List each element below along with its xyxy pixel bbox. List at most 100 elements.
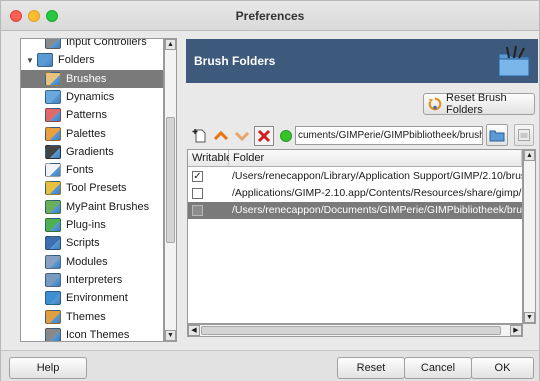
move-up-button[interactable]	[211, 126, 231, 146]
reset-brush-folders-label: Reset Brush Folders	[446, 92, 507, 116]
sidebar-item-label: Environment	[66, 292, 128, 305]
table-scroll-down-button[interactable]: ▼	[524, 312, 535, 323]
column-header-writable[interactable]: Writable	[188, 150, 232, 167]
sidebar-item-interpreters[interactable]: Interpreters	[21, 271, 163, 289]
sidebar-item-brushes[interactable]: Brushes	[21, 69, 163, 88]
sidebar-item-themes[interactable]: Themes	[21, 308, 163, 326]
themes-icon	[45, 309, 61, 324]
fonts-icon	[45, 163, 61, 178]
sidebar-item-palettes[interactable]: Palettes	[21, 125, 163, 143]
sidebar-item-mypaint-brushes[interactable]: MyPaint Brushes	[21, 198, 163, 216]
tool-presets-icon	[45, 181, 61, 196]
sidebar-item-label: Fonts	[66, 164, 94, 177]
folder-exists-status-icon	[280, 130, 292, 142]
folder-path-input[interactable]: cuments/GIMPerie/GIMPbibliotheek/brushes	[295, 126, 483, 145]
reset-button[interactable]: Reset	[337, 357, 405, 379]
sidebar-item-label: Input Controllers	[66, 38, 147, 48]
table-vertical-scrollbar[interactable]: ▲ ▼	[523, 149, 536, 324]
window-title: Preferences	[235, 9, 305, 23]
cancel-button[interactable]: Cancel	[404, 357, 472, 379]
sidebar-scroll-thumb[interactable]	[166, 117, 175, 243]
palettes-icon	[45, 126, 61, 141]
table-row[interactable]: /Users/renecappon/Documents/GIMPerie/GIM…	[188, 202, 522, 219]
sidebar-item-label: Dynamics	[66, 90, 115, 103]
sidebar-item-label: Patterns	[66, 109, 107, 122]
move-down-button[interactable]	[232, 126, 252, 146]
sidebar-scroll-up-button[interactable]: ▲	[165, 39, 176, 50]
reset-icon	[428, 97, 442, 111]
sidebar-item-modules[interactable]: Modules	[21, 253, 163, 271]
mypaint-brushes-icon	[45, 199, 61, 214]
sidebar-item-folders[interactable]: ▼ Folders	[21, 51, 163, 69]
preferences-window: Preferences Input Controllers ▼ Folders Bru…	[0, 0, 540, 381]
sidebar-item-input-controllers[interactable]: Input Controllers	[21, 38, 163, 51]
folder-path-cell: /Users/renecappon/Documents/GIMPerie/GIM…	[232, 204, 523, 216]
sidebar-item-label: Icon Themes	[66, 328, 130, 341]
table-row[interactable]: ✓ /Users/renecappon/Library/Application S…	[188, 168, 522, 185]
sidebar-item-label: MyPaint Brushes	[66, 200, 150, 213]
expand-arrow-icon[interactable]: ▼	[25, 56, 35, 65]
sidebar-item-label: Interpreters	[66, 273, 123, 286]
sidebar-item-label: Gradients	[66, 145, 114, 158]
table-horizontal-scrollbar[interactable]: ◀ ▶	[187, 324, 523, 337]
input-controllers-icon	[45, 39, 61, 49]
modules-icon	[45, 254, 61, 269]
column-header-folder[interactable]: Folder	[229, 150, 522, 167]
preferences-category-tree: Input Controllers ▼ Folders Brushes Dynamics…	[20, 38, 164, 342]
file-manager-icon	[518, 129, 530, 141]
panel-header: Brush Folders	[186, 39, 538, 83]
gradients-icon	[45, 144, 61, 159]
sidebar-item-icon-themes[interactable]: Icon Themes	[21, 326, 163, 341]
sidebar-item-patterns[interactable]: Patterns	[21, 106, 163, 124]
open-in-file-manager-button[interactable]	[514, 124, 534, 146]
table-scroll-up-button[interactable]: ▲	[524, 150, 535, 161]
brushes-icon	[45, 71, 61, 86]
sidebar-item-scripts[interactable]: Scripts	[21, 234, 163, 252]
icon-themes-icon	[45, 327, 61, 341]
table-hscroll-thumb[interactable]	[201, 326, 501, 335]
sidebar-item-environment[interactable]: Environment	[21, 289, 163, 307]
folders-icon	[37, 53, 53, 68]
folder-icon	[489, 130, 505, 142]
ok-button[interactable]: OK	[471, 357, 534, 379]
panel-title: Brush Folders	[194, 54, 276, 68]
table-scroll-left-button[interactable]: ◀	[188, 325, 200, 336]
plug-ins-icon	[45, 218, 61, 232]
patterns-icon	[45, 108, 61, 123]
delete-folder-button[interactable]	[254, 126, 274, 146]
interpreters-icon	[45, 272, 61, 287]
delete-icon	[257, 129, 271, 143]
sidebar-scroll-down-button[interactable]: ▼	[165, 330, 176, 341]
sidebar-item-label: Palettes	[66, 127, 106, 140]
arrow-down-icon	[234, 131, 250, 142]
writable-checkbox[interactable]	[192, 205, 203, 216]
sidebar-item-plug-ins[interactable]: Plug-ins	[21, 216, 163, 234]
reset-brush-folders-button[interactable]: Reset Brush Folders	[423, 92, 535, 116]
help-button[interactable]: Help	[9, 357, 87, 379]
writable-checkbox[interactable]: ✓	[192, 171, 203, 182]
sidebar-item-label: Scripts	[66, 237, 100, 250]
sidebar-item-dynamics[interactable]: Dynamics	[21, 88, 163, 106]
folder-path-cell: /Users/renecappon/Library/Application Su…	[232, 170, 523, 182]
browse-folder-button[interactable]	[486, 124, 508, 146]
sidebar-scrollbar[interactable]: ▲ ▼	[164, 38, 177, 342]
new-folder-button[interactable]	[190, 126, 210, 146]
sidebar-item-fonts[interactable]: Fonts	[21, 161, 163, 179]
table-scroll-right-button[interactable]: ▶	[510, 325, 522, 336]
folder-path-cell: /Applications/GIMP-2.10.app/Contents/Res…	[232, 187, 522, 199]
brush-folder-icon	[498, 45, 530, 77]
title-bar: Preferences	[1, 1, 539, 31]
sidebar-item-label: Brushes	[66, 72, 107, 85]
arrow-up-icon	[213, 130, 229, 141]
sidebar-item-label: Plug-ins	[66, 219, 106, 231]
writable-checkbox[interactable]	[192, 188, 203, 199]
sidebar-item-gradients[interactable]: Gradients	[21, 143, 163, 161]
dynamics-icon	[45, 89, 61, 104]
sidebar-item-label: Themes	[66, 310, 106, 323]
scripts-icon	[45, 236, 61, 251]
table-row[interactable]: /Applications/GIMP-2.10.app/Contents/Res…	[188, 185, 522, 202]
environment-icon	[45, 291, 61, 306]
sidebar-item-label: Tool Presets	[66, 182, 127, 195]
sidebar-item-tool-presets[interactable]: Tool Presets	[21, 179, 163, 197]
dialog-button-bar: Help Reset Cancel OK	[1, 350, 539, 381]
